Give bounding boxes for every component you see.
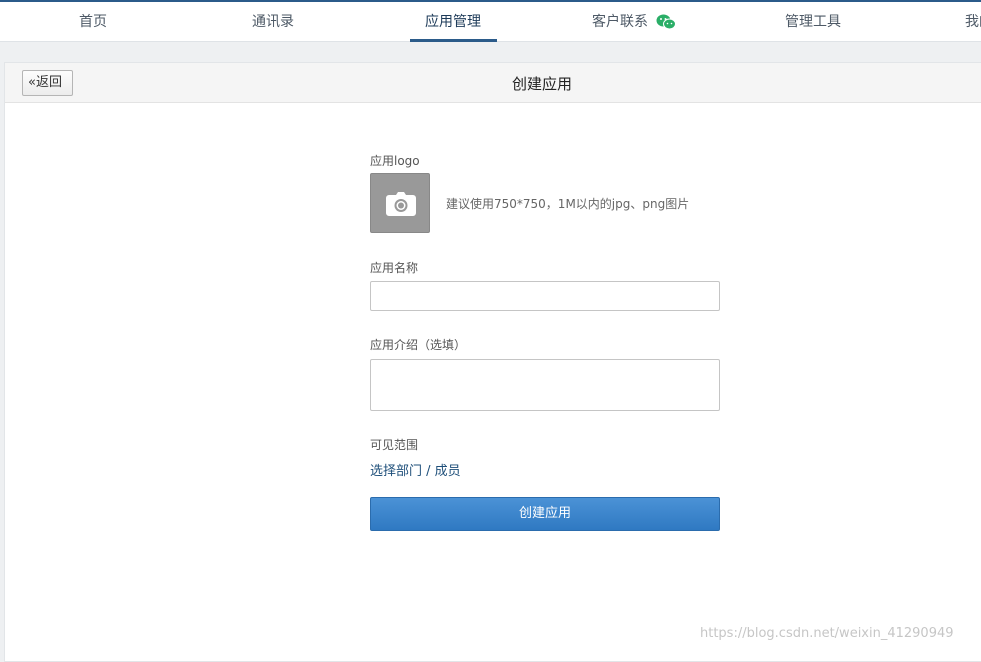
panel-header: «返回 创建应用 xyxy=(5,63,981,103)
wechat-icon xyxy=(656,14,676,30)
nav-item-customer-contact[interactable]: 客户联系 xyxy=(592,2,648,42)
back-button[interactable]: «返回 xyxy=(22,70,73,96)
visibility-scope-label: 可见范围 xyxy=(370,438,419,452)
nav-item-home[interactable]: 首页 xyxy=(79,2,107,42)
app-name-input[interactable] xyxy=(370,281,720,311)
double-chevron-left-icon: « xyxy=(28,75,36,90)
logo-label: 应用logo xyxy=(370,154,420,168)
create-app-button[interactable]: 创建应用 xyxy=(370,497,720,531)
nav-item-my[interactable]: 我的 xyxy=(965,2,981,42)
back-button-label: 返回 xyxy=(35,75,62,90)
nav-item-contacts[interactable]: 通讯录 xyxy=(252,2,294,42)
logo-upload-button[interactable] xyxy=(370,173,430,233)
top-nav: 首页 通讯录 应用管理 客户联系 管理工具 我的 xyxy=(0,2,981,42)
nav-item-management-tools[interactable]: 管理工具 xyxy=(785,2,841,42)
app-name-label: 应用名称 xyxy=(370,261,419,275)
active-tab-indicator xyxy=(410,39,497,42)
create-app-panel: «返回 创建应用 应用logo 建议使用750*750，1M以内的jpg、png… xyxy=(4,62,981,662)
nav-item-app-management[interactable]: 应用管理 xyxy=(425,2,481,42)
select-departments-members-link[interactable]: 选择部门 / 成员 xyxy=(370,460,461,479)
watermark-text: https://blog.csdn.net/weixin_41290949 xyxy=(700,626,954,641)
camera-icon xyxy=(386,192,416,216)
app-intro-textarea[interactable] xyxy=(370,359,720,411)
page-title: 创建应用 xyxy=(512,75,573,93)
logo-hint: 建议使用750*750，1M以内的jpg、png图片 xyxy=(446,197,690,211)
app-intro-label: 应用介绍（选填） xyxy=(370,338,467,352)
